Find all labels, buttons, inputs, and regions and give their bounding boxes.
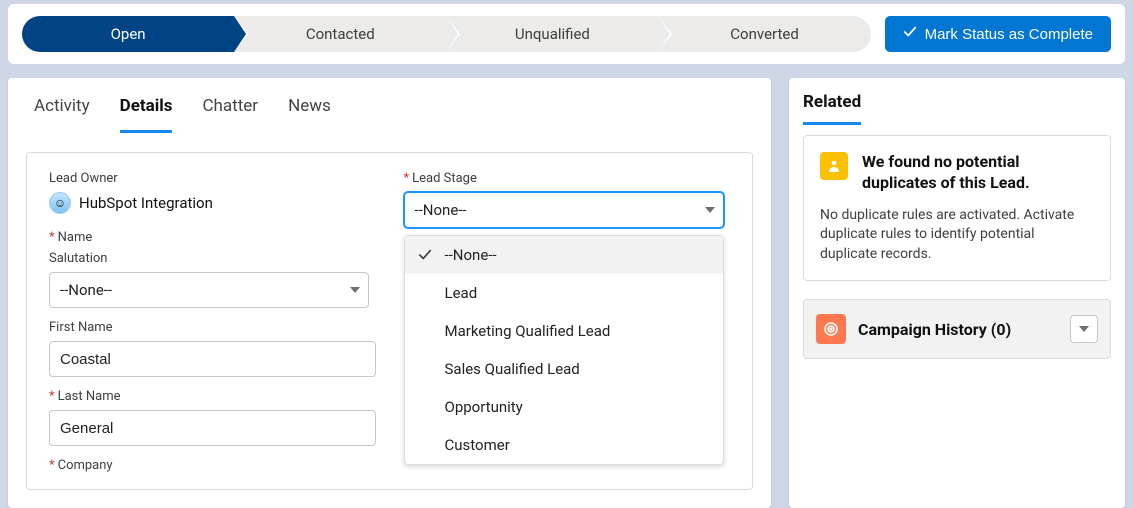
duplicates-card: We found no potential duplicates of this… — [803, 135, 1111, 281]
lead-path: Open Contacted Unqualified Converted — [22, 16, 871, 52]
lead-stage-option-customer[interactable]: Customer — [405, 426, 723, 464]
duplicates-icon — [820, 152, 848, 180]
path-step-label: Converted — [730, 25, 799, 43]
last-name-label: Last Name — [49, 389, 376, 404]
dd-label: Sales Qualified Lead — [445, 360, 580, 378]
path-step-label: Contacted — [306, 25, 375, 43]
mark-status-complete-button[interactable]: Mark Status as Complete — [885, 16, 1111, 52]
salutation-label: Salutation — [49, 251, 376, 266]
lead-stage-option-sql[interactable]: Sales Qualified Lead — [405, 350, 723, 388]
lead-stage-label: Lead Stage — [404, 171, 731, 186]
related-title: Related — [803, 92, 861, 125]
dd-label: Marketing Qualified Lead — [445, 322, 611, 340]
path-panel: Open Contacted Unqualified Converted Mar… — [8, 4, 1125, 64]
lead-stage-option-opportunity[interactable]: Opportunity — [405, 388, 723, 426]
path-step-label: Unqualified — [515, 25, 590, 43]
first-name-label: First Name — [49, 320, 376, 335]
salutation-select[interactable]: --None-- — [49, 272, 369, 308]
lead-owner-value: HubSpot Integration — [79, 194, 213, 212]
lead-stage-option-mql[interactable]: Marketing Qualified Lead — [405, 312, 723, 350]
tab-chatter[interactable]: Chatter — [202, 96, 258, 133]
check-icon — [417, 247, 433, 263]
chevron-down-icon — [705, 207, 715, 213]
main-card: Activity Details Chatter News Lead Owner… — [8, 78, 771, 508]
lead-stage-option-lead[interactable]: Lead — [405, 274, 723, 312]
dd-label: --None-- — [445, 246, 497, 264]
path-step-contacted[interactable]: Contacted — [234, 16, 446, 52]
last-name-input[interactable] — [49, 410, 376, 446]
campaign-history-title: Campaign History (0) — [858, 320, 1011, 339]
first-name-input[interactable] — [49, 341, 376, 377]
company-label: Company — [49, 458, 376, 473]
dd-label: Lead — [445, 284, 478, 302]
dd-label: Customer — [445, 436, 510, 454]
lead-stage-option-none[interactable]: --None-- — [405, 236, 723, 274]
details-form: Lead Owner ☺ HubSpot Integration Name Sa… — [26, 152, 753, 490]
check-icon — [903, 25, 917, 43]
tab-news[interactable]: News — [288, 96, 331, 133]
dd-label: Opportunity — [445, 398, 523, 416]
chevron-down-icon — [350, 287, 360, 293]
path-step-unqualified[interactable]: Unqualified — [446, 16, 658, 52]
duplicates-text: No duplicate rules are activated. Activa… — [820, 206, 1094, 265]
path-step-converted[interactable]: Converted — [658, 16, 870, 52]
path-step-open[interactable]: Open — [22, 16, 234, 52]
owner-avatar-icon: ☺ — [49, 192, 71, 214]
tabs: Activity Details Chatter News — [8, 78, 771, 134]
tab-activity[interactable]: Activity — [34, 96, 90, 133]
lead-owner-value-row: ☺ HubSpot Integration — [49, 192, 376, 214]
lead-stage-value: --None-- — [415, 201, 467, 219]
mark-complete-label: Mark Status as Complete — [925, 26, 1093, 43]
lead-stage-dropdown: --None-- Lead Marketing Qualified Lead S… — [404, 235, 724, 465]
name-label: Name — [49, 230, 376, 245]
related-panel: Related We found no potential duplicates… — [789, 78, 1125, 508]
tab-details[interactable]: Details — [120, 96, 173, 133]
duplicates-title: We found no potential duplicates of this… — [862, 152, 1094, 194]
path-step-label: Open — [111, 25, 146, 43]
campaign-icon — [816, 314, 846, 344]
campaign-menu-button[interactable] — [1070, 315, 1098, 343]
lead-stage-select[interactable]: --None-- — [404, 192, 724, 228]
salutation-value: --None-- — [60, 281, 112, 299]
campaign-history-card[interactable]: Campaign History (0) — [803, 299, 1111, 359]
lead-owner-label: Lead Owner — [49, 171, 376, 186]
